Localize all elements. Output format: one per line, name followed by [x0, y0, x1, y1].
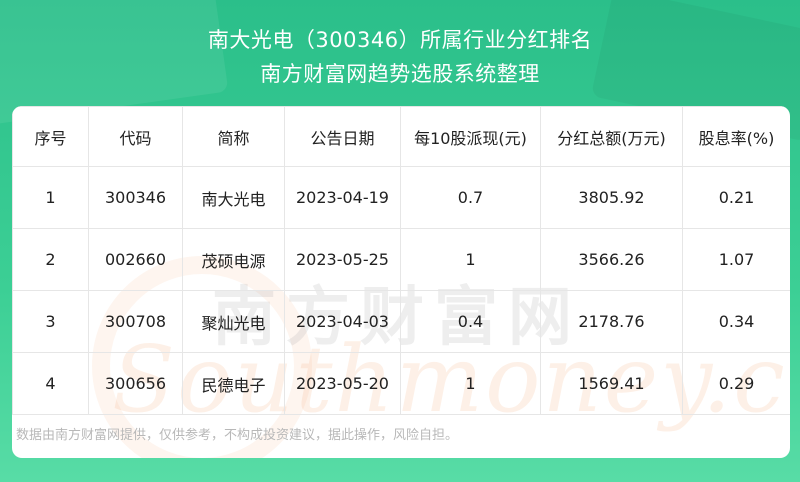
- cell-code: 300708: [88, 290, 183, 353]
- cell-index: 1: [12, 166, 89, 229]
- disclaimer-text: 数据由南方财富网提供，仅供参考，不构成投资建议，据此操作，风险自担。: [16, 428, 459, 443]
- cell-yield: 0.21: [682, 166, 790, 229]
- cell-index: 3: [12, 290, 89, 353]
- cell-cash-per-10: 0.7: [400, 166, 541, 229]
- cell-index: 2: [12, 228, 89, 291]
- cell-name: 南大光电: [182, 166, 285, 229]
- page-title: 南大光电（300346）所属行业分红排名: [207, 28, 593, 52]
- cell-total-dividend: 1569.41: [540, 352, 683, 415]
- cell-yield: 1.07: [682, 228, 790, 291]
- cell-cash-per-10: 1: [400, 352, 541, 415]
- cell-total-dividend: 3805.92: [540, 166, 683, 229]
- table-row: 4 300656 民德电子 2023-05-20 1 1569.41 0.29: [12, 352, 790, 415]
- table-row: 3 300708 聚灿光电 2023-04-03 0.4 2178.76 0.3…: [12, 290, 790, 353]
- column-header-date: 公告日期: [284, 106, 401, 167]
- column-header-cash-per-10: 每10股派现(元): [400, 106, 541, 167]
- column-header-name: 简称: [182, 106, 285, 167]
- cell-yield: 0.29: [682, 352, 790, 415]
- column-header-index: 序号: [12, 106, 89, 167]
- column-header-code: 代码: [88, 106, 183, 167]
- cell-name: 聚灿光电: [182, 290, 285, 353]
- cell-date: 2023-04-03: [284, 290, 401, 353]
- cell-name: 茂硕电源: [182, 228, 285, 291]
- cell-date: 2023-05-25: [284, 228, 401, 291]
- column-header-total-dividend: 分红总额(万元): [540, 106, 683, 167]
- cell-name: 民德电子: [182, 352, 285, 415]
- table-card: 南方财富网 Southmoney.com 序号 代码 简称 公告日期 每10股派…: [12, 106, 790, 458]
- cell-total-dividend: 2178.76: [540, 290, 683, 353]
- cell-code: 300656: [88, 352, 183, 415]
- table-header-row: 序号 代码 简称 公告日期 每10股派现(元) 分红总额(万元) 股息率(%): [12, 106, 790, 167]
- cell-total-dividend: 3566.26: [540, 228, 683, 291]
- page-subtitle: 南方财富网趋势选股系统整理: [260, 62, 540, 86]
- cell-yield: 0.34: [682, 290, 790, 353]
- cell-index: 4: [12, 352, 89, 415]
- cell-cash-per-10: 0.4: [400, 290, 541, 353]
- table-row: 1 300346 南大光电 2023-04-19 0.7 3805.92 0.2…: [12, 166, 790, 229]
- cell-date: 2023-04-19: [284, 166, 401, 229]
- cell-cash-per-10: 1: [400, 228, 541, 291]
- cell-date: 2023-05-20: [284, 352, 401, 415]
- cell-code: 300346: [88, 166, 183, 229]
- dividend-ranking-table: 序号 代码 简称 公告日期 每10股派现(元) 分红总额(万元) 股息率(%) …: [12, 106, 790, 415]
- table-row: 2 002660 茂硕电源 2023-05-25 1 3566.26 1.07: [12, 228, 790, 291]
- cell-code: 002660: [88, 228, 183, 291]
- column-header-yield: 股息率(%): [682, 106, 790, 167]
